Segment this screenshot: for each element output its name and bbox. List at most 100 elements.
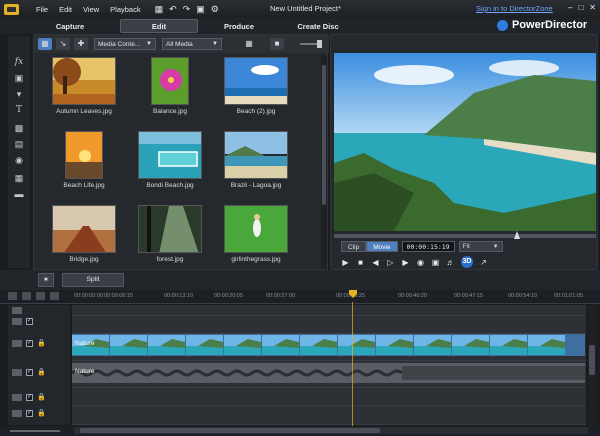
media-item-bridge[interactable]: Bridge.jpg [41, 203, 127, 269]
snapshot-icon[interactable]: ▣ [196, 4, 205, 15]
transition-room-icon[interactable]: ▩ [12, 122, 26, 134]
timeline-zoom-slider[interactable] [10, 430, 60, 432]
timeline-status-bar [0, 426, 600, 436]
voice-over-icon[interactable]: ◉ [12, 154, 26, 166]
chapter-room-icon[interactable]: ▦ [12, 172, 26, 184]
timeline-scroll-icon[interactable] [50, 292, 59, 300]
media-item-label: Bondi Beach.jpg [146, 182, 194, 189]
thumbnail-image [65, 131, 103, 179]
import-media-icon[interactable]: ↘ [56, 38, 70, 50]
particle-room-icon[interactable]: ▾ [12, 88, 26, 100]
sign-in-link[interactable]: Sign in to DirectorZone [476, 4, 553, 13]
chapter-track[interactable] [72, 305, 586, 316]
track-enable-checkbox[interactable]: ✓ [26, 393, 33, 401]
next-frame-icon[interactable]: ▷ [386, 258, 395, 267]
effects-track-header: ✓ [8, 318, 70, 325]
menu-edit[interactable]: Edit [59, 5, 72, 14]
tab-produce[interactable]: Produce [204, 19, 274, 33]
thumbnail-size-icon[interactable]: ■ [270, 38, 284, 50]
undo-icon[interactable]: ↶ [169, 4, 177, 15]
timeline-horizontal-scrollbar[interactable] [74, 427, 588, 434]
fx-room-icon[interactable]: fx [12, 56, 26, 68]
voice-track-header: ✓ 🔒 [8, 409, 70, 417]
audio-clip-label: Nature [75, 368, 95, 375]
stop-icon[interactable]: ■ [356, 258, 365, 267]
preview-quality-icon[interactable]: ▣ [431, 258, 440, 267]
track-enable-checkbox[interactable]: ✓ [26, 409, 33, 417]
lock-icon[interactable]: 🔒 [37, 339, 46, 347]
media-room-icon[interactable]: ▦ [38, 38, 52, 50]
maximize-button[interactable]: □ [578, 3, 583, 12]
menu-view[interactable]: View [83, 5, 99, 14]
menu-file[interactable]: File [36, 5, 48, 14]
video-clip[interactable] [72, 334, 585, 356]
storyboard-view-icon[interactable] [22, 292, 31, 300]
scrub-knob[interactable] [514, 231, 520, 239]
lock-icon[interactable]: 🔒 [37, 368, 46, 376]
save-icon[interactable]: ▦ [155, 4, 164, 15]
snapshot-camera-icon[interactable]: ◉ [416, 258, 425, 267]
track-enable-checkbox[interactable]: ✓ [26, 339, 33, 347]
split-button[interactable]: Split [62, 273, 124, 287]
menu-playback[interactable]: Playback [110, 5, 140, 14]
volume-icon[interactable]: ♬ [446, 258, 455, 267]
media-item-autumn-leaves[interactable]: Autumn Leaves.jpg [41, 55, 127, 127]
tab-capture[interactable]: Capture [30, 19, 110, 33]
audio-track-icon [12, 368, 22, 376]
subtitle-room-icon[interactable]: ▬ [12, 188, 26, 200]
lock-icon[interactable]: 🔒 [37, 393, 46, 401]
audio-mixing-icon[interactable]: ▤ [12, 138, 26, 150]
media-item-girlinthegrass[interactable]: girlinthegrass.jpg [213, 203, 299, 269]
undock-preview-icon[interactable]: ↗ [479, 258, 488, 267]
timeline-tick: 00:00:13:10 [164, 293, 194, 299]
preview-scrub-bar[interactable] [334, 231, 596, 239]
plugins-icon[interactable]: ✚ [74, 38, 88, 50]
thumbnail-image [138, 205, 202, 253]
title-room-icon[interactable]: T [12, 104, 26, 116]
timecode-display[interactable]: 00:00:15:19 [401, 240, 455, 252]
media-item-balance[interactable]: Balance.jpg [127, 55, 213, 127]
tab-create-disc[interactable]: Create Disc [282, 19, 354, 33]
all-media-dropdown[interactable]: All Media ▼ [162, 38, 222, 50]
redo-icon[interactable]: ↷ [183, 4, 191, 15]
library-scrollbar[interactable] [321, 55, 327, 269]
lock-icon[interactable]: 🔒 [37, 409, 46, 417]
media-item-bondi-beach[interactable]: Bondi Beach.jpg [127, 129, 213, 201]
grid-view-icon[interactable]: ▦ [242, 38, 256, 50]
fit-dropdown[interactable]: Fit ▼ [458, 240, 503, 252]
media-item-beach-2[interactable]: Beach (2).jpg [213, 55, 299, 127]
timeline-tick: 00:01:01:05 [554, 293, 584, 299]
media-item-brazil-lagoa[interactable]: Brazil - Lagoa.jpg [213, 129, 299, 201]
close-button[interactable]: ✕ [589, 3, 596, 12]
media-item-forest[interactable]: forest.jpg [127, 203, 213, 269]
previous-frame-icon[interactable]: ◀ [371, 258, 380, 267]
magic-tools-icon[interactable]: ✶ [38, 273, 54, 287]
title-track[interactable] [72, 388, 586, 406]
play-icon[interactable]: ▶ [341, 258, 350, 267]
tab-edit[interactable]: Edit [120, 19, 198, 33]
timeline-ruler[interactable]: 00:00:00:00 00:00:06:15 00:00:13:10 00:0… [0, 290, 600, 304]
effects-track[interactable] [72, 316, 586, 334]
timeline-tick: 00:00:40:20 [398, 293, 428, 299]
thumbnail-image [52, 205, 116, 253]
settings-gear-icon[interactable]: ⚙ [211, 4, 219, 15]
voice-track[interactable] [72, 406, 586, 425]
fast-forward-icon[interactable]: ▶ [401, 258, 410, 267]
track-enable-checkbox[interactable]: ✓ [26, 368, 33, 376]
3d-mode-icon[interactable]: 3D [461, 256, 473, 268]
zoom-fit-icon[interactable] [36, 292, 45, 300]
timeline-view-icon[interactable] [8, 292, 17, 300]
zoom-slider-knob[interactable] [317, 40, 322, 48]
media-item-beach-life[interactable]: Beach Life.jpg [41, 129, 127, 201]
minimize-button[interactable]: – [568, 3, 572, 12]
movie-mode-button[interactable]: Movie [366, 240, 398, 252]
track-headers: ✓ ✓ 🔒 ✓ 🔒 ✓ 🔒 ✓ 🔒 [8, 305, 70, 425]
track-enable-checkbox[interactable]: ✓ [26, 318, 33, 325]
timeline-tick: 00:00:00:00 [74, 293, 104, 299]
audio-clip[interactable] [71, 363, 585, 383]
pip-room-icon[interactable]: ▣ [12, 72, 26, 84]
timeline-vertical-scrollbar[interactable] [588, 305, 596, 425]
media-content-dropdown[interactable]: Media Conte... ▼ [94, 38, 156, 50]
playhead-marker[interactable] [349, 290, 357, 302]
clip-mode-button[interactable]: Clip [341, 240, 367, 252]
